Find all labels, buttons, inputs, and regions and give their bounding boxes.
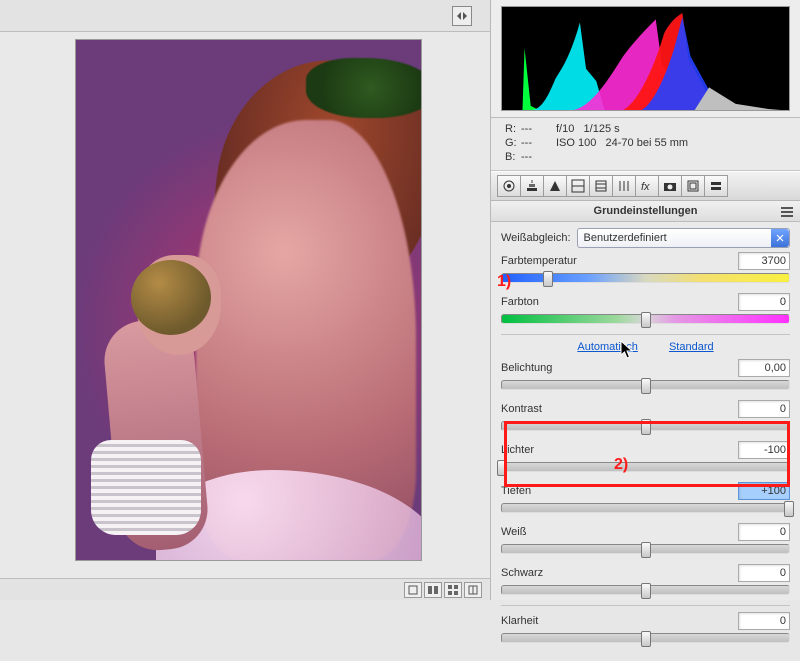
temperature-label: Farbtemperatur <box>501 255 577 267</box>
zoom-fit-button[interactable] <box>404 582 422 598</box>
contrast-row: Kontrast <box>501 400 790 431</box>
slider-thumb[interactable] <box>784 501 794 517</box>
wb-select[interactable]: Benutzerdefiniert <box>577 228 791 248</box>
fx-tool[interactable]: fx <box>635 175 659 197</box>
highlights-row: Lichter <box>501 441 790 472</box>
preview-bottom-toolbar <box>0 578 490 600</box>
blacks-slider[interactable] <box>501 585 790 595</box>
slider-thumb[interactable] <box>641 419 651 435</box>
shadows-value[interactable] <box>738 482 790 500</box>
slider-thumb[interactable] <box>641 378 651 394</box>
exposure-tool[interactable] <box>543 175 567 197</box>
temperature-slider[interactable] <box>501 273 790 283</box>
curve-tool[interactable] <box>566 175 590 197</box>
wb-tool[interactable] <box>520 175 544 197</box>
compare-button[interactable] <box>424 582 442 598</box>
shadows-slider[interactable] <box>501 503 790 513</box>
temperature-value[interactable] <box>738 252 790 270</box>
shadows-label: Tiefen <box>501 485 531 497</box>
whites-value[interactable] <box>738 523 790 541</box>
section-header: Grundeinstellungen <box>491 201 800 222</box>
image-preview[interactable] <box>76 40 421 560</box>
tint-row: Farbton <box>501 293 790 324</box>
slider-thumb[interactable] <box>641 631 651 647</box>
shadows-row: Tiefen <box>501 482 790 513</box>
highlights-value[interactable] <box>738 441 790 459</box>
auto-links: Automatisch Standard <box>501 341 790 353</box>
whites-label: Weiß <box>501 526 526 538</box>
split-button[interactable] <box>464 582 482 598</box>
slider-thumb[interactable] <box>543 271 553 287</box>
presets-tool[interactable] <box>704 175 728 197</box>
histogram-area <box>491 0 800 118</box>
controls-area: Weißabgleich: Benutzerdefiniert Farbtemp… <box>491 222 800 661</box>
clarity-label: Klarheit <box>501 615 538 627</box>
tint-slider[interactable] <box>501 314 790 324</box>
develop-panel: R:--- G:--- B:--- f/10 1/125 s ISO 100 2… <box>490 0 800 600</box>
exposure-row: Belichtung <box>501 359 790 390</box>
blacks-value[interactable] <box>738 564 790 582</box>
contrast-value[interactable] <box>738 400 790 418</box>
auto-link[interactable]: Automatisch <box>577 341 638 353</box>
blacks-row: Schwarz <box>501 564 790 595</box>
clarity-value[interactable] <box>738 612 790 630</box>
slider-thumb[interactable] <box>641 542 651 558</box>
camera-tool[interactable] <box>658 175 682 197</box>
wb-row: Weißabgleich: Benutzerdefiniert <box>501 228 790 248</box>
contrast-slider[interactable] <box>501 421 790 431</box>
wb-label: Weißabgleich: <box>501 232 571 244</box>
clarity-row: Klarheit <box>501 612 790 643</box>
preview-pane <box>0 0 490 600</box>
hsl-tool[interactable] <box>612 175 636 197</box>
tint-value[interactable] <box>738 293 790 311</box>
section-title-label: Grundeinstellungen <box>594 205 698 217</box>
highlights-label: Lichter <box>501 444 534 456</box>
tint-label: Farbton <box>501 296 539 308</box>
blacks-label: Schwarz <box>501 567 543 579</box>
contrast-label: Kontrast <box>501 403 542 415</box>
slider-thumb[interactable] <box>641 583 651 599</box>
histogram[interactable] <box>501 6 790 111</box>
slider-thumb[interactable] <box>497 460 507 476</box>
exposure-value[interactable] <box>738 359 790 377</box>
slider-thumb[interactable] <box>641 312 651 328</box>
camera-readout: f/10 1/125 s ISO 100 24-70 bei 55 mm <box>556 122 688 164</box>
highlights-slider[interactable] <box>501 462 790 472</box>
rgb-readout: R:--- G:--- B:--- <box>505 122 532 164</box>
exposure-slider[interactable] <box>501 380 790 390</box>
grid-button[interactable] <box>444 582 462 598</box>
expand-preview-button[interactable] <box>452 6 472 26</box>
whites-row: Weiß <box>501 523 790 554</box>
exposure-label: Belichtung <box>501 362 552 374</box>
clarity-slider[interactable] <box>501 633 790 643</box>
info-readout: R:--- G:--- B:--- f/10 1/125 s ISO 100 2… <box>491 118 800 171</box>
detail-tool[interactable] <box>589 175 613 197</box>
panel-menu-icon[interactable] <box>780 206 794 218</box>
temperature-row: Farbtemperatur <box>501 252 790 283</box>
expand-icon <box>456 10 468 22</box>
wb-selected: Benutzerdefiniert <box>584 232 667 244</box>
whites-slider[interactable] <box>501 544 790 554</box>
preview-toolbar <box>0 0 490 32</box>
svg-text:fx: fx <box>641 181 650 193</box>
crop-tool[interactable] <box>497 175 521 197</box>
chevron-down-icon <box>771 229 789 247</box>
tool-strip: fx <box>491 171 800 201</box>
lens-tool[interactable] <box>681 175 705 197</box>
standard-link[interactable]: Standard <box>669 341 714 353</box>
